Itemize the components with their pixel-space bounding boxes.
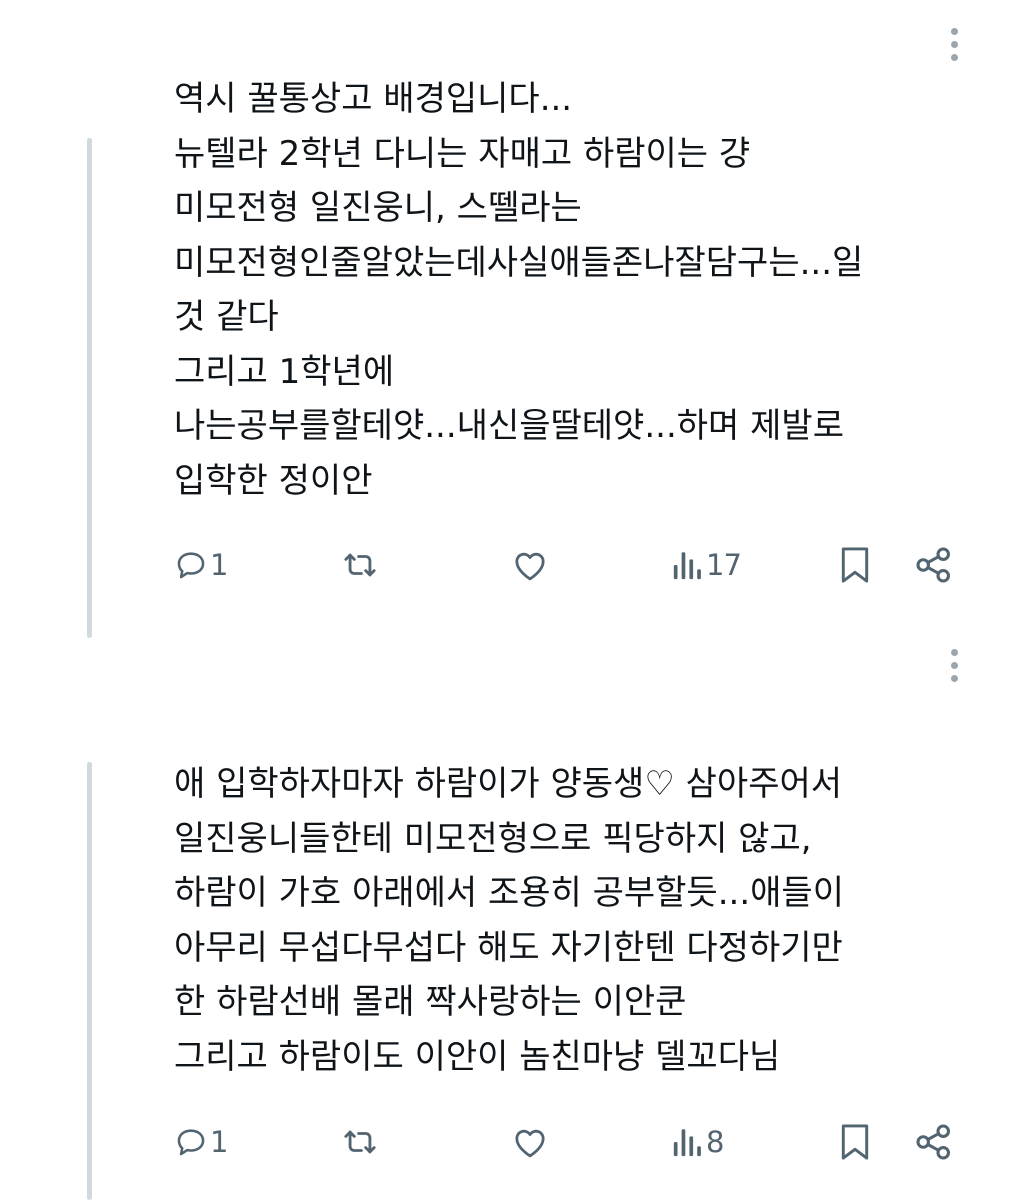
tweet-text-line: 그리고 하람이도 이안이 놈친마냥 델꼬다님 (174, 1036, 781, 1077)
views-count: 17 (706, 548, 742, 582)
tweet-text-line: 역시 꿀통상고 배경입니다... (174, 79, 573, 119)
like-icon (511, 548, 549, 582)
like-button[interactable] (511, 1117, 551, 1167)
bookmark-button[interactable] (838, 540, 872, 590)
tweet-text-line: 한 하람선배 몰래 짝사랑하는 이안쿤 (174, 982, 687, 1022)
more-dot (950, 661, 958, 669)
more-dot (950, 40, 958, 48)
views-icon (672, 548, 704, 582)
like-icon (511, 1125, 549, 1159)
tweet-text: 역시 꿀통상고 배경입니다... 뉴텔라 2학년 다니는 자매고 하람이는 걍 … (174, 72, 974, 508)
share-button[interactable] (914, 540, 954, 590)
tweet-text-line: 아무리 무섭다무섭다 해도 자기한텐 다정하기만 (174, 927, 843, 968)
bookmark-button[interactable] (838, 1117, 872, 1167)
tweet-text-line: 미모전형 일진웅니, 스뗄라는 (174, 188, 582, 228)
tweet-text-line: 뉴텔라 2학년 다니는 자매고 하람이는 걍 (174, 133, 751, 174)
more-dot (950, 27, 958, 35)
more-dot (950, 648, 958, 656)
tweet-text-line: 애 입학하자마자 하람이가 양동생♡ 삼아주어서 (174, 764, 843, 804)
repost-button[interactable] (340, 1117, 382, 1167)
reply-count: 1 (210, 1125, 228, 1159)
tweet-actions: 1 17 (170, 540, 970, 590)
tweet-actions: 1 8 (170, 1117, 970, 1167)
share-icon (914, 546, 954, 584)
tweet-text-line: 미모전형인줄알았는데사실애들존나잘담구는...일 (174, 242, 864, 283)
views-count: 8 (706, 1125, 724, 1159)
tweet-text-line: 것 같다 (174, 297, 279, 337)
more-dot (950, 53, 958, 61)
bookmark-icon (838, 546, 872, 584)
tweet-text-line: 나는공부를할테얏...내신을딸테얏...하며 제발로 (174, 406, 844, 446)
tweet-text-line: 하람이 가호 아래에서 조용히 공부할듯...애들이 (174, 873, 844, 913)
repost-icon (340, 1125, 380, 1159)
more-options-icon[interactable] (944, 24, 964, 64)
reply-icon (174, 548, 208, 582)
reply-button[interactable]: 1 (174, 1117, 228, 1167)
share-button[interactable] (914, 1117, 954, 1167)
tweet-text-line: 일진웅니들한테 미모전형으로 픽당하지 않고, (174, 818, 812, 859)
tweet-text-line: 그리고 1학년에 (174, 351, 395, 392)
views-button[interactable]: 8 (672, 1117, 724, 1167)
tweet-text: 애 입학하자마자 하람이가 양동생♡ 삼아주어서 일진웅니들한테 미모전형으로 … (174, 757, 974, 1084)
more-dot (950, 674, 958, 682)
bookmark-icon (838, 1123, 872, 1161)
more-options-icon[interactable] (944, 645, 964, 685)
share-icon (914, 1123, 954, 1161)
views-button[interactable]: 17 (672, 540, 742, 590)
repost-button[interactable] (340, 540, 382, 590)
tweet-text-line: 입학한 정이안 (174, 460, 373, 501)
repost-icon (340, 548, 380, 582)
views-icon (672, 1125, 704, 1159)
reply-icon (174, 1125, 208, 1159)
thread-line (87, 138, 92, 638)
thread-line (87, 762, 92, 1200)
like-button[interactable] (511, 540, 551, 590)
reply-button[interactable]: 1 (174, 540, 228, 590)
reply-count: 1 (210, 548, 228, 582)
